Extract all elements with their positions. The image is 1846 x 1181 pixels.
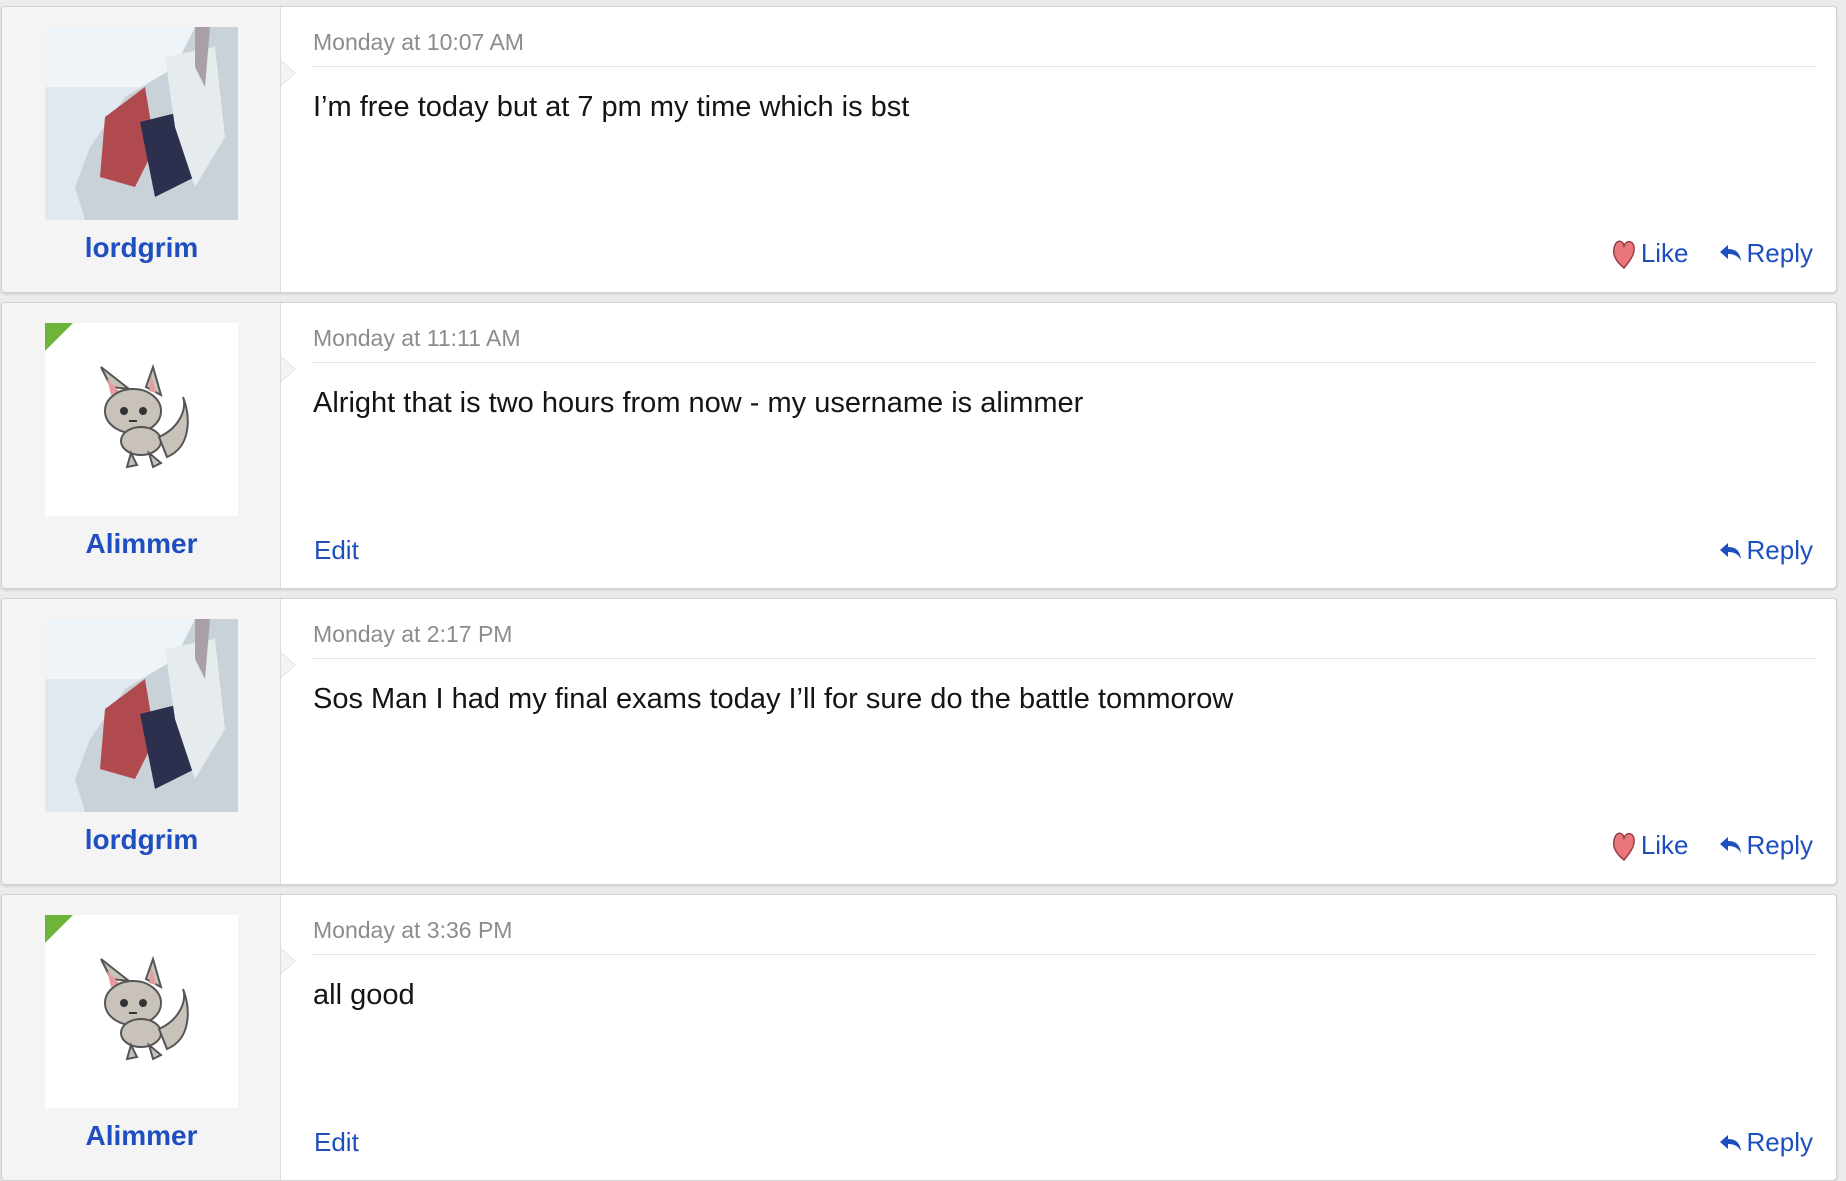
divider	[312, 954, 1816, 955]
online-indicator	[45, 323, 73, 351]
divider	[312, 658, 1816, 659]
message-post: Alimmer Monday at 11:11 AM Alright that …	[1, 302, 1837, 589]
username-link[interactable]: Alimmer	[2, 1120, 281, 1152]
reply-button[interactable]: Reply	[1719, 535, 1813, 566]
reply-label: Reply	[1746, 1127, 1813, 1157]
user-info-column: lordgrim	[2, 7, 281, 292]
post-actions: Reply	[1719, 535, 1813, 566]
reply-arrow-icon	[1719, 245, 1741, 261]
reply-label: Reply	[1746, 535, 1813, 565]
online-indicator	[45, 915, 73, 943]
post-actions: Reply	[1719, 1127, 1813, 1158]
message-post: Alimmer Monday at 3:36 PM all good Edit …	[1, 894, 1837, 1181]
like-label: Like	[1640, 237, 1689, 268]
message-text: Alright that is two hours from now - my …	[313, 387, 1084, 419]
avatar[interactable]	[45, 619, 238, 812]
reply-button[interactable]: Reply	[1719, 1127, 1813, 1158]
username-link[interactable]: lordgrim	[2, 824, 281, 856]
creature-avatar-image	[100, 955, 189, 1061]
user-info-column: lordgrim	[2, 599, 281, 884]
username-link[interactable]: lordgrim	[2, 232, 281, 264]
message-post: lordgrim Monday at 10:07 AM I’m free tod…	[1, 6, 1837, 293]
creature-avatar-image	[100, 363, 189, 469]
user-info-column: Alimmer	[2, 895, 281, 1180]
like-button[interactable]: Like	[1611, 236, 1689, 270]
message-text: I’m free today but at 7 pm my time which…	[313, 91, 910, 123]
reply-label: Reply	[1746, 237, 1813, 268]
divider	[312, 66, 1816, 67]
reply-button[interactable]: Reply	[1719, 830, 1813, 861]
post-timestamp[interactable]: Monday at 11:11 AM	[313, 325, 521, 352]
reply-arrow-icon	[1719, 542, 1741, 559]
avatar[interactable]	[45, 323, 238, 516]
like-button[interactable]: Like	[1611, 828, 1689, 862]
avatar[interactable]	[45, 915, 238, 1108]
reply-arrow-icon	[1719, 837, 1741, 853]
heart-icon	[1612, 832, 1635, 862]
post-timestamp[interactable]: Monday at 3:36 PM	[313, 917, 512, 944]
message-post: lordgrim Monday at 2:17 PM Sos Man I had…	[1, 598, 1837, 885]
message-text: Sos Man I had my final exams today I’ll …	[313, 683, 1234, 715]
like-label: Like	[1640, 829, 1689, 860]
post-timestamp[interactable]: Monday at 10:07 AM	[313, 29, 524, 56]
heart-icon	[1612, 240, 1635, 270]
edit-button[interactable]: Edit	[314, 535, 359, 566]
post-actions: Like Reply	[1611, 236, 1813, 270]
reply-button[interactable]: Reply	[1719, 238, 1813, 269]
reply-label: Reply	[1746, 829, 1813, 860]
username-link[interactable]: Alimmer	[2, 528, 281, 560]
divider	[312, 362, 1816, 363]
edit-button[interactable]: Edit	[314, 1127, 359, 1158]
photo-avatar-image	[45, 27, 238, 220]
post-actions: Like Reply	[1611, 828, 1813, 862]
user-info-column: Alimmer	[2, 303, 281, 588]
post-timestamp[interactable]: Monday at 2:17 PM	[313, 621, 512, 648]
avatar[interactable]	[45, 27, 238, 220]
message-text: all good	[313, 979, 415, 1011]
reply-arrow-icon	[1719, 1134, 1741, 1151]
photo-avatar-image	[45, 619, 238, 812]
